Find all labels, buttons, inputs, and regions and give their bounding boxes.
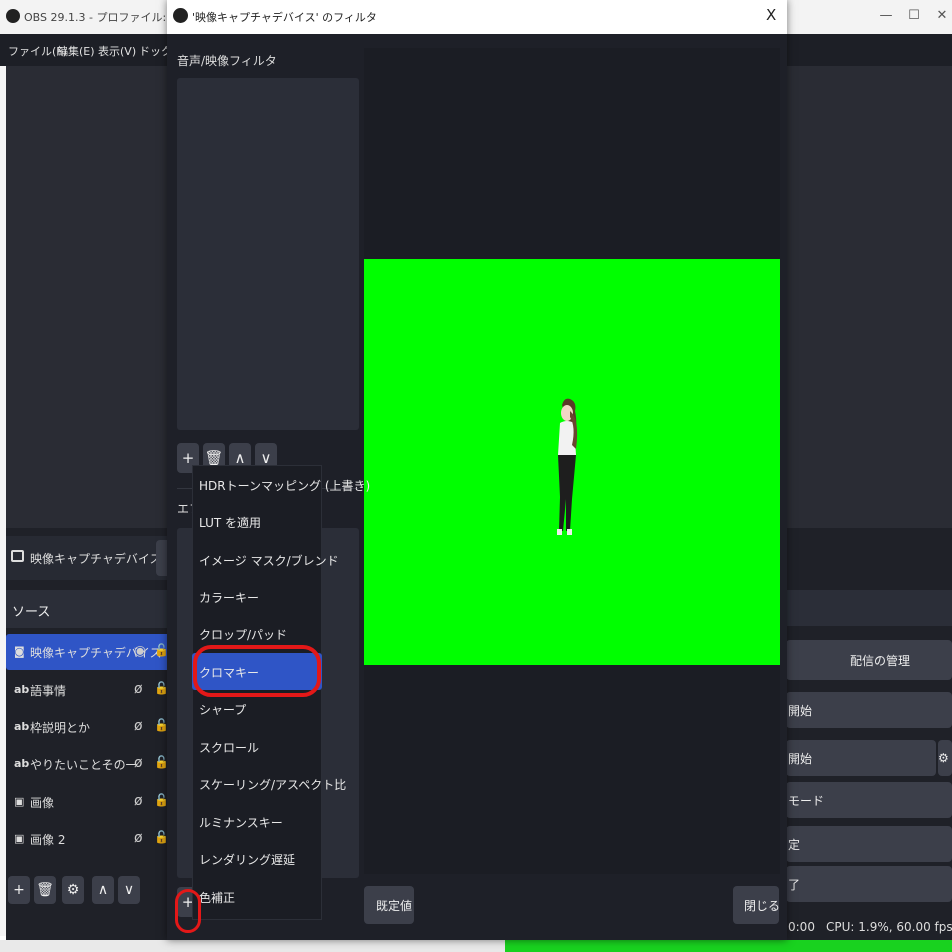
filter-menu-item[interactable]: HDRトーンマッピング (上書き) [192, 466, 370, 503]
taskbar-green-strip [505, 940, 952, 952]
start-streaming-button[interactable]: 開始 [786, 692, 952, 728]
exit-button[interactable]: 了 [786, 866, 952, 902]
close-icon[interactable]: ✕ [932, 8, 952, 23]
visibility-on-icon[interactable]: ◉ [134, 643, 146, 659]
filter-menu-item-label: レンダリング遅延 [199, 853, 296, 867]
source-label: 画像 [30, 796, 55, 810]
visibility-off-icon[interactable]: ø [134, 830, 143, 846]
filter-menu-item[interactable]: イメージ マスク/ブレンド [192, 541, 339, 578]
settings-label: 定 [788, 838, 801, 852]
filter-menu-item[interactable]: スクロール [192, 728, 322, 765]
filter-menu-item-label: ルミナンスキー [199, 816, 283, 830]
text-icon: ab [14, 683, 30, 696]
move-source-down-button[interactable]: ∨ [118, 876, 140, 904]
image-icon: ▣ [14, 795, 25, 808]
filter-menu-item-label: LUT を適用 [199, 516, 262, 530]
filter-menu-item[interactable]: レンダリング遅延 [192, 840, 322, 877]
filter-menu-item[interactable]: 色補正 [192, 878, 322, 915]
text-icon: ab [14, 757, 30, 770]
visibility-off-icon[interactable]: ø [134, 755, 143, 771]
sources-toolbar: + 🗑 ⚙ ∧ ∨ [6, 870, 170, 910]
annotation-circle-add-button [175, 889, 201, 933]
remove-source-button[interactable]: 🗑 [34, 876, 56, 904]
start-streaming-label: 開始 [788, 704, 813, 718]
filter-menu-item[interactable]: LUT を適用 [192, 503, 322, 540]
filter-menu-item-label: イメージ マスク/ブレンド [199, 554, 339, 568]
camera-icon [11, 550, 24, 562]
visibility-off-icon[interactable]: ø [134, 793, 143, 809]
source-settings-button[interactable]: ⚙ [62, 876, 84, 904]
filter-menu-item-label: 色補正 [199, 891, 236, 905]
image-icon: ▣ [14, 832, 25, 845]
exit-label: 了 [788, 878, 801, 892]
stream-management-button[interactable]: 配信の管理 [786, 640, 952, 680]
menu-edit[interactable]: 編集(E) [57, 43, 95, 59]
source-row[interactable]: ◙ 映像キャプチャデバイス ◉ 🔓 [6, 634, 170, 670]
source-label: 画像 2 [30, 833, 66, 847]
preview-green-screen [364, 259, 780, 665]
defaults-button-label: 既定値 [376, 899, 413, 913]
add-source-button[interactable]: + [8, 876, 30, 904]
move-source-up-button[interactable]: ∧ [92, 876, 114, 904]
source-row[interactable]: ▣ 画像 2 ø 🔓 [6, 821, 170, 857]
filter-menu-item[interactable]: ルミナンスキー [192, 803, 322, 840]
obs-logo-icon [173, 8, 188, 23]
studio-mode-button[interactable]: モード [786, 782, 952, 818]
filter-menu-item-label: カラーキー [199, 591, 260, 605]
source-label: やりたいことその一 [30, 758, 138, 772]
dialog-close-icon[interactable]: X [766, 6, 776, 24]
filter-menu-item[interactable]: カラーキー [192, 578, 322, 615]
close-dialog-label: 閉じる [744, 899, 781, 913]
text-icon: ab [14, 720, 30, 733]
source-row[interactable]: ab 語事情 ø 🔓 [6, 672, 170, 708]
source-label: 語事情 [30, 684, 67, 698]
source-row[interactable]: ▣ 画像 ø 🔓 [6, 784, 170, 820]
status-time: 0:00 [788, 920, 815, 934]
source-row[interactable]: ab 枠説明とか ø 🔓 [6, 709, 170, 745]
menu-view[interactable]: 表示(V) [98, 43, 136, 59]
filter-menu-item-label: クロップ/パッド [199, 628, 288, 642]
current-source-label: 映像キャプチャデバイス [30, 552, 162, 566]
source-row[interactable]: ab やりたいことその一 ø 🔓 [6, 746, 170, 782]
studio-mode-label: モード [788, 794, 825, 808]
minimize-icon[interactable]: — [876, 8, 896, 23]
status-bar: 0:00 CPU: 1.9%, 60.00 fps [786, 916, 952, 940]
filter-dialog-title: '映像キャプチャデバイス' のフィルタ [192, 11, 377, 24]
status-cpu: CPU: 1.9%, 60.00 fps [826, 920, 952, 934]
audio-video-filters-list[interactable] [177, 78, 359, 430]
start-recording-button[interactable]: 開始 [786, 740, 936, 776]
stream-management-label: 配信の管理 [850, 654, 911, 668]
filter-menu-item-label: シャープ [199, 703, 247, 717]
annotation-circle-chroma-key [193, 645, 321, 697]
visibility-off-icon[interactable]: ø [134, 718, 143, 734]
visibility-off-icon[interactable]: ø [134, 681, 143, 697]
settings-button[interactable]: 定 [786, 826, 952, 862]
filter-menu-item-label: スケーリング/アスペクト比 [199, 778, 347, 792]
maximize-icon[interactable]: ☐ [904, 8, 924, 23]
obs-logo-icon [6, 9, 20, 23]
filter-menu-item-label: スクロール [199, 741, 260, 755]
character-figure-icon [557, 398, 578, 535]
source-label: 枠説明とか [30, 721, 91, 735]
camera-icon: ◙ [14, 645, 25, 658]
start-recording-label: 開始 [788, 752, 813, 766]
recording-settings-gear-icon[interactable]: ⚙ [938, 740, 952, 776]
sources-dock-title: ソース [12, 605, 51, 620]
audio-video-filters-label: 音声/映像フィルタ [177, 54, 277, 68]
controls-dock-header [786, 590, 952, 626]
filter-menu-item-label: HDRトーンマッピング (上書き) [199, 479, 371, 493]
defaults-button[interactable]: 既定値 [364, 886, 414, 924]
filter-menu-item[interactable]: スケーリング/アスペクト比 [192, 765, 346, 802]
close-dialog-button[interactable]: 閉じる [733, 886, 781, 924]
